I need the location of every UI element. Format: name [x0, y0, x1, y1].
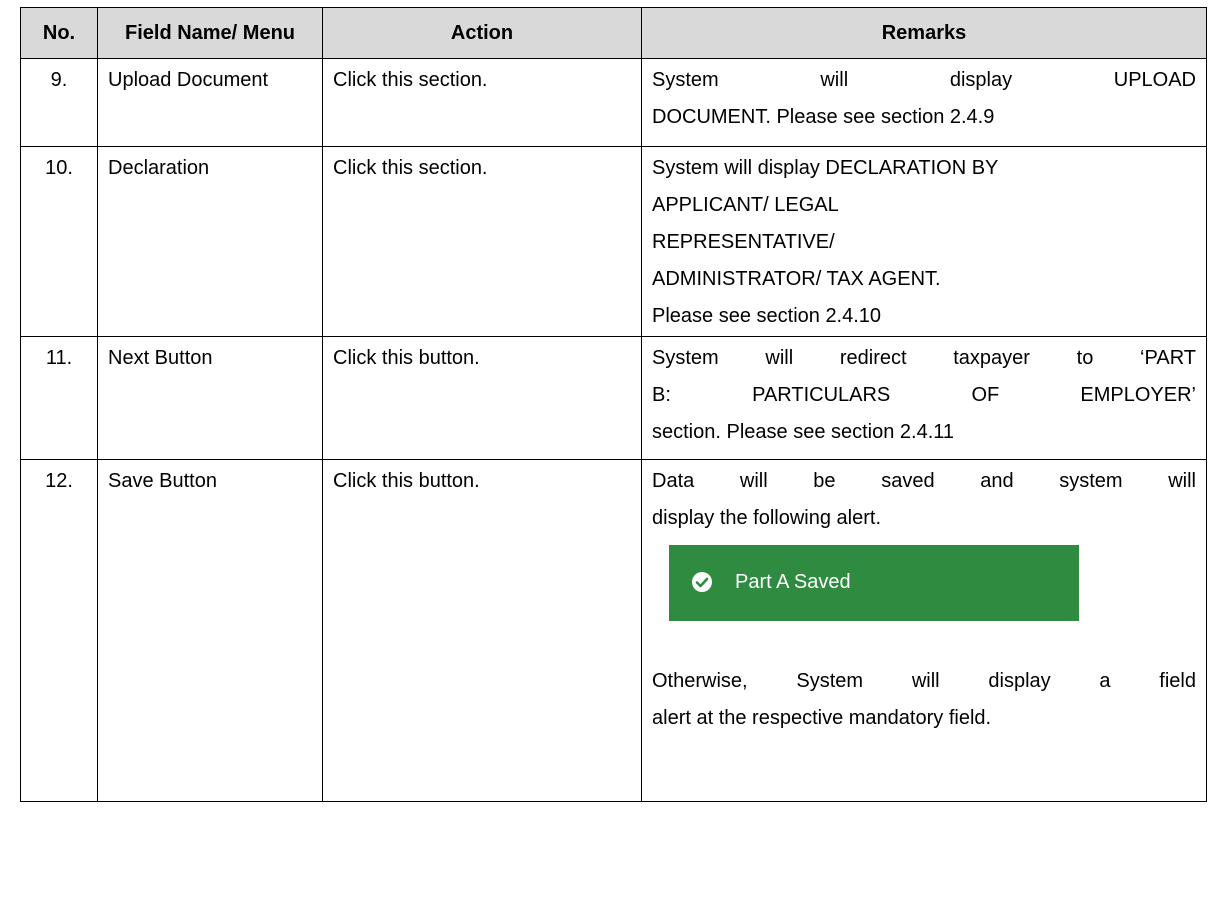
row-action: Click this button. — [322, 336, 642, 460]
table-row: 10. Declaration Click this section. Syst… — [20, 146, 1207, 337]
remarks-line: System will display UPLOAD — [652, 69, 1196, 91]
header-field-name: Field Name/ Menu — [97, 7, 323, 59]
remarks-line: Please see section 2.4.10 — [652, 305, 882, 327]
row-number: 11. — [20, 336, 98, 460]
alert-message: Part A Saved — [735, 571, 851, 593]
remarks-line: DOCUMENT. Please see section 2.4.9 — [652, 106, 995, 128]
table-row: 9. Upload Document Click this section. S… — [20, 58, 1207, 147]
remarks-line: System will display DECLARATION BY — [652, 157, 999, 179]
part-a-saved-alert: Part A Saved — [669, 545, 1079, 621]
row-remarks: System will redirect taxpayer to ‘PART B… — [641, 336, 1207, 460]
remarks-line: Otherwise, System will display a field — [652, 670, 1196, 692]
row-number: 9. — [20, 58, 98, 147]
row-action: Click this button. — [322, 459, 642, 802]
row-remarks: Data will be saved and system will displ… — [641, 459, 1207, 802]
remarks-line: alert at the respective mandatory field. — [652, 707, 992, 729]
row-remarks: System will display DECLARATION BY APPLI… — [641, 146, 1207, 337]
table-row: 12. Save Button Click this button. Data … — [20, 459, 1207, 802]
remarks-line: REPRESENTATIVE/ — [652, 231, 835, 253]
check-circle-icon — [692, 572, 712, 592]
row-number: 10. — [20, 146, 98, 337]
instructions-table: No. Field Name/ Menu Action Remarks 9. U… — [20, 7, 1207, 802]
row-action: Click this section. — [322, 58, 642, 147]
header-action: Action — [322, 7, 642, 59]
row-field-name: Upload Document — [97, 58, 323, 147]
row-field-name: Next Button — [97, 336, 323, 460]
table-header-row: No. Field Name/ Menu Action Remarks — [20, 7, 1207, 59]
row-field-name: Declaration — [97, 146, 323, 337]
remarks-line: System will redirect taxpayer to ‘PART — [652, 347, 1196, 369]
remarks-line: section. Please see section 2.4.11 — [652, 421, 955, 443]
row-field-name: Save Button — [97, 459, 323, 802]
remarks-line: APPLICANT/ LEGAL — [652, 194, 839, 216]
remarks-line: B: PARTICULARS OF EMPLOYER’ — [652, 384, 1196, 406]
row-number: 12. — [20, 459, 98, 802]
row-action: Click this section. — [322, 146, 642, 337]
table-row: 11. Next Button Click this button. Syste… — [20, 336, 1207, 460]
remarks-line: Data will be saved and system will — [652, 470, 1196, 492]
remarks-line: display the following alert. — [652, 507, 882, 529]
row-remarks: System will display UPLOAD DOCUMENT. Ple… — [641, 58, 1207, 147]
remarks-line: ADMINISTRATOR/ TAX AGENT. — [652, 268, 941, 290]
header-remarks: Remarks — [641, 7, 1207, 59]
header-no: No. — [20, 7, 98, 59]
